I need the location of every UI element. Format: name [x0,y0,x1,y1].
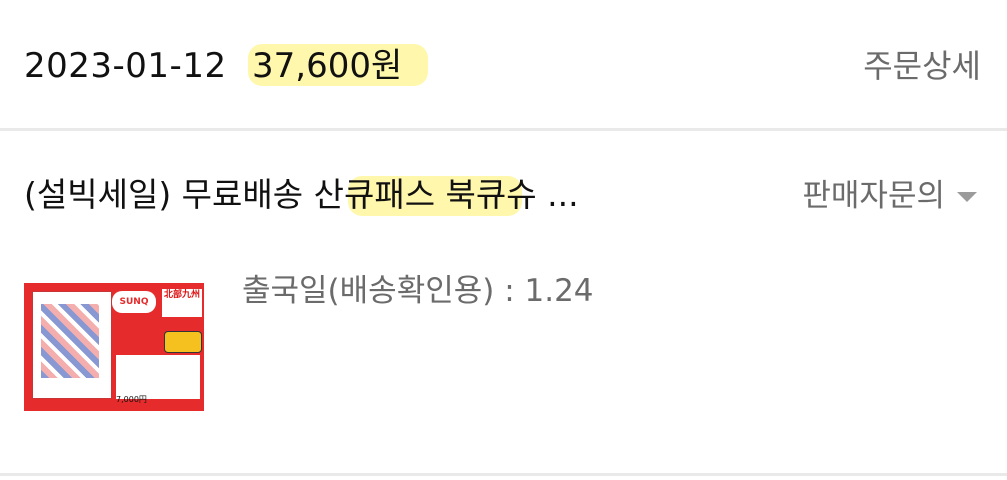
seller-inquiry-label: 판매자문의 [802,178,945,214]
thumbnail-map [32,291,112,399]
thumbnail-panel [116,355,200,399]
bus-icon [164,331,202,353]
thumbnail-title: 北部九州 [162,289,202,317]
divider-top [0,128,1007,131]
divider-bottom [0,473,1007,476]
order-date: 2023-01-12 [24,46,227,86]
order-amount: 37,600원 [252,46,403,86]
order-header: 2023-01-12 37,600원 주문상세 [0,0,1007,130]
ship-date-info: 출국일(배송확인용) : 1.24 [242,273,594,309]
seller-inquiry-button[interactable]: 판매자문의 [802,174,977,218]
thumbnail-price: 7,000円 [116,395,147,404]
chevron-down-icon [957,192,977,202]
product-thumbnail[interactable]: SUNQ 北部九州 7,000円 [24,283,204,411]
thumbnail-logo: SUNQ [112,291,156,313]
order-detail-link[interactable]: 주문상세 [863,44,981,88]
product-title[interactable]: (설빅세일) 무료배송 산큐패스 북큐슈 ... [24,172,579,218]
